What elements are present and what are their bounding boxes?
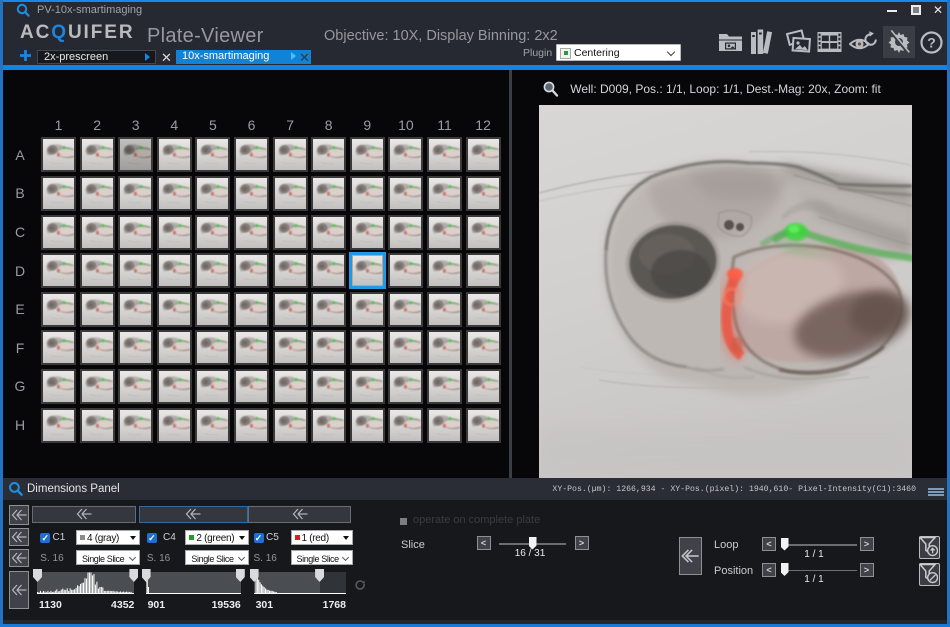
svg-text:?: ? xyxy=(927,35,936,51)
